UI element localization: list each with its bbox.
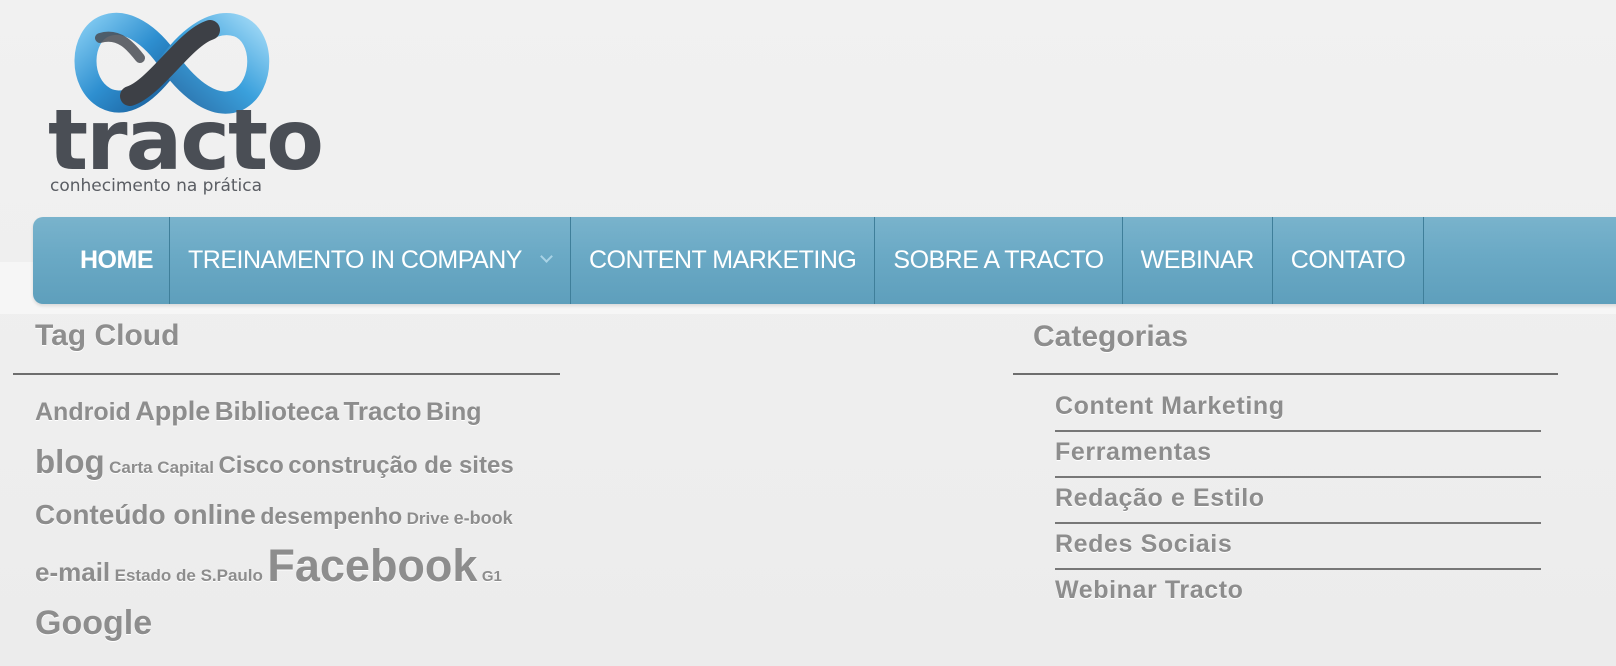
- nav-item-home[interactable]: HOME: [33, 217, 170, 304]
- nav-item-treinamento-in-company[interactable]: TREINAMENTO IN COMPANY: [170, 217, 571, 304]
- tag-cloud-title: Tag Cloud: [35, 319, 180, 352]
- tag-link[interactable]: Tracto: [343, 396, 421, 426]
- tag-link[interactable]: Google: [35, 604, 152, 642]
- category-item[interactable]: Redação e Estilo: [1055, 478, 1541, 524]
- nav-item-label: HOME: [80, 246, 154, 274]
- nav-item-label: TREINAMENTO IN COMPANY: [188, 246, 522, 274]
- nav-item-webinar[interactable]: WEBINAR: [1123, 217, 1273, 304]
- tag-cloud: Android Apple Biblioteca Tracto Bing blo…: [35, 388, 525, 653]
- tag-link[interactable]: Conteúdo online: [35, 499, 256, 530]
- category-item[interactable]: Content Marketing: [1055, 386, 1541, 432]
- nav-item-contato[interactable]: CONTATO: [1273, 217, 1425, 304]
- logo-tagline: conhecimento na prática: [50, 176, 263, 196]
- site-logo[interactable]: tracto conhecimento na prática: [40, 8, 324, 203]
- nav-item-label: SOBRE A TRACTO: [893, 246, 1104, 274]
- tag-link[interactable]: Cisco: [218, 452, 283, 479]
- chevron-down-icon[interactable]: [540, 252, 552, 264]
- tag-cloud-divider: [13, 373, 560, 375]
- nav-item-sobre-a-tracto[interactable]: SOBRE A TRACTO: [875, 217, 1123, 304]
- categories-divider: [1013, 373, 1558, 375]
- nav-item-content-marketing[interactable]: CONTENT MARKETING: [571, 217, 876, 304]
- tag-link[interactable]: blog: [35, 443, 105, 480]
- category-item[interactable]: Ferramentas: [1055, 432, 1541, 478]
- tag-link[interactable]: G1: [482, 568, 502, 585]
- nav-item-label: CONTATO: [1290, 246, 1406, 274]
- nav-item-label: WEBINAR: [1140, 246, 1255, 274]
- tag-link[interactable]: Drive: [407, 509, 450, 528]
- tag-link[interactable]: e-mail: [35, 557, 110, 587]
- categories-title: Categorias: [1033, 320, 1189, 353]
- tag-link[interactable]: e-book: [454, 508, 513, 528]
- tag-link[interactable]: Biblioteca: [215, 396, 339, 426]
- categories-list: Content Marketing Ferramentas Redação e …: [1055, 386, 1541, 616]
- category-item[interactable]: Webinar Tracto: [1055, 570, 1541, 616]
- nav-item-label: CONTENT MARKETING: [588, 246, 857, 274]
- category-item[interactable]: Redes Sociais: [1055, 524, 1541, 570]
- tag-link[interactable]: Facebook: [267, 540, 477, 591]
- tag-link[interactable]: Carta Capital: [109, 458, 214, 477]
- tag-link[interactable]: desempenho: [260, 503, 402, 529]
- main-navigation: HOME TREINAMENTO IN COMPANY CONTENT MARK…: [33, 217, 1616, 304]
- tag-link[interactable]: construção de sites: [288, 452, 513, 479]
- tag-link[interactable]: Android: [35, 398, 131, 426]
- logo-wordmark: tracto: [48, 91, 324, 189]
- tag-link[interactable]: Apple: [135, 396, 210, 426]
- tag-link[interactable]: Estado de S.Paulo: [115, 566, 263, 585]
- tag-link[interactable]: Bing: [426, 398, 482, 426]
